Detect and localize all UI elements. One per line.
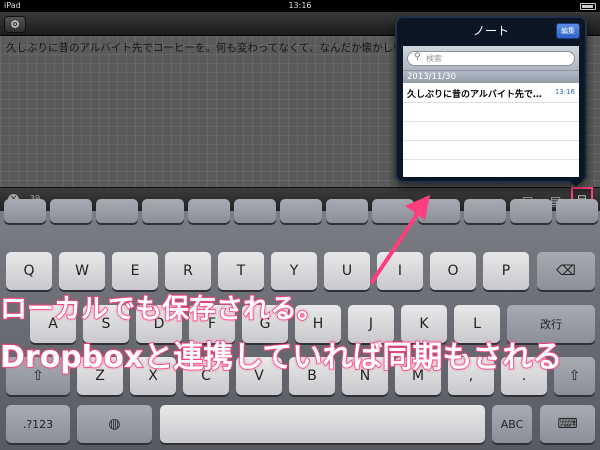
annotation-arrow bbox=[370, 195, 430, 284]
arrow-shaft bbox=[370, 208, 422, 284]
annotation-line1: ローカルでも保存される。 bbox=[0, 293, 325, 326]
annotation-line2: Dropboxと連携していれば同期もされる bbox=[0, 339, 563, 376]
